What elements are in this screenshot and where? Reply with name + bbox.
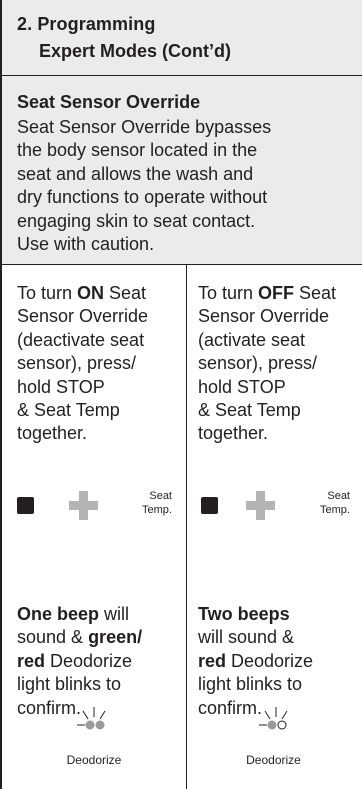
plus-icon [69, 491, 98, 520]
text-line: (activate seat [198, 329, 306, 350]
instruction-card: 2. Programming Expert Modes (Cont’d) Sea… [0, 0, 362, 789]
section-title-line1: 2. Programming [17, 14, 156, 34]
text-line: & Seat Temp [17, 400, 120, 421]
text-line: sensor), press/ [198, 353, 318, 374]
intro-line: engaging skin to seat contact. [17, 210, 256, 231]
intro-line: dry functions to operate without [17, 187, 268, 208]
text-line: together. [17, 423, 88, 444]
text-line: sound & green/ [17, 627, 143, 648]
button-row: Seat Temp. [187, 487, 362, 527]
intro-line: the body sensor located in the [17, 140, 258, 161]
button-row: Seat Temp. [2, 487, 186, 527]
deodorize-label: Deodorize [246, 753, 301, 767]
text-line: To turn ON Seat [17, 283, 147, 303]
text-line: light blinks to [17, 674, 122, 695]
text-line: One beep will [17, 604, 130, 624]
text-line: together. [198, 423, 269, 444]
seat-temp-label-line1: Seat [149, 490, 172, 502]
intro-title: Seat Sensor Override [17, 92, 201, 112]
text-line: Sensor Override [198, 306, 330, 327]
plus-icon [246, 491, 275, 520]
turn-on-instructions: To turn ON Seat Sensor Override (deactivat… [17, 282, 189, 446]
intro-line: seat and allows the wash and [17, 163, 254, 184]
text-line: hold STOP [198, 376, 286, 397]
turn-off-instructions: To turn OFF Seat Sensor Override (activate… [198, 282, 362, 446]
text-line: red Deodorize [198, 650, 314, 671]
stop-square-icon [17, 497, 34, 514]
seat-temp-label-line2: Temp. [142, 504, 172, 516]
deodorize-label: Deodorize [66, 753, 122, 767]
text-line: Sensor Override [17, 306, 149, 327]
blinking-led-icon [77, 707, 106, 730]
seat-temp-label: Seat Temp. [320, 489, 350, 517]
seat-temp-label-line1: Seat [327, 490, 350, 502]
section-title-line2: Expert Modes (Cont’d) [39, 41, 231, 61]
column-turn-off: To turn OFF Seat Sensor Override (activate… [187, 265, 362, 789]
text-line: Two beeps [198, 604, 290, 624]
turn-on-result: One beep will sound & green/red Deodorize… [17, 603, 182, 720]
blinking-led-icon [258, 707, 287, 730]
text-line: sensor), press/ [17, 353, 137, 374]
text-line: hold STOP [17, 376, 105, 397]
seat-temp-label-line2: Temp. [320, 504, 350, 516]
column-turn-on: To turn ON Seat Sensor Override (deactivat… [2, 265, 187, 789]
deodorize-indicator: Deodorize [187, 705, 362, 775]
text-line: (deactivate seat [17, 329, 145, 350]
intro-panel: Seat Sensor Override Seat Sensor Overrid… [2, 76, 362, 265]
intro-line: Use with caution. [17, 234, 155, 255]
deodorize-indicator: Deodorize [2, 705, 186, 775]
seat-temp-label: Seat Temp. [142, 489, 172, 517]
section-header: 2. Programming Expert Modes (Cont’d) [2, 0, 362, 76]
text-line: will sound & [198, 627, 295, 648]
text-line: light blinks to [198, 674, 303, 695]
text-line: red Deodorize [17, 650, 133, 671]
intro-body: Seat Sensor Override bypasses the body s… [17, 116, 357, 256]
text-line: & Seat Temp [198, 400, 301, 421]
stop-square-icon [201, 497, 218, 514]
turn-off-result: Two beeps will sound & red Deodorize light … [198, 603, 360, 720]
text-line: To turn OFF Seat [198, 283, 337, 303]
intro-line: Seat Sensor Override bypasses [17, 117, 272, 137]
